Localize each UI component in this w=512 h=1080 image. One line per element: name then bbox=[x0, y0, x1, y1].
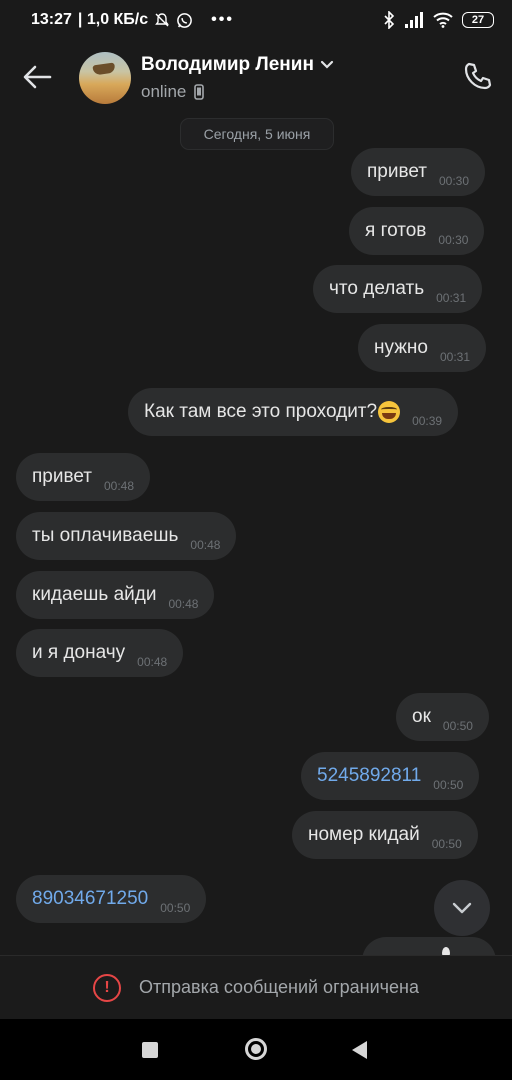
message-text: кидаешь айди bbox=[32, 584, 157, 605]
message-bubble-out[interactable]: Как там все это проходит? 00:39 bbox=[128, 388, 459, 436]
bluetooth-icon bbox=[384, 11, 395, 29]
status-right: 27 bbox=[383, 11, 494, 29]
message-bubble-in[interactable]: ты оплачиваешь 00:48 bbox=[16, 512, 237, 560]
message-time: 00:48 bbox=[168, 597, 199, 611]
message-bubble-out[interactable]: номер кидай 00:50 bbox=[292, 811, 478, 859]
restriction-bar: ! Отправка сообщений ограничена bbox=[0, 955, 512, 1019]
status-time: 13:27 bbox=[31, 11, 72, 28]
message-bubble-out[interactable]: 5245892811 00:50 bbox=[301, 752, 480, 800]
date-separator: Сегодня, 5 июня bbox=[180, 118, 334, 150]
restriction-text: Отправка сообщений ограничена bbox=[139, 977, 419, 997]
message-time: 00:39 bbox=[412, 414, 443, 428]
status-speed: | 1,0 КБ/с bbox=[77, 11, 149, 28]
system-nav-bar bbox=[0, 1019, 512, 1080]
battery-icon: 27 bbox=[462, 12, 494, 28]
message-time: 00:48 bbox=[190, 538, 221, 552]
message-text: ок bbox=[412, 706, 431, 727]
message-bubble-out[interactable]: ок 00:50 bbox=[396, 693, 489, 741]
message-time: 00:50 bbox=[433, 778, 464, 792]
message-text: Как там все это проходит? bbox=[144, 401, 378, 422]
message-link[interactable]: 5245892811 bbox=[317, 765, 421, 787]
message-bubble-out[interactable]: нужно 00:31 bbox=[358, 324, 487, 372]
mobile-icon bbox=[194, 84, 205, 100]
message-time: 00:50 bbox=[160, 901, 191, 915]
message-text: и я доначу bbox=[32, 642, 126, 663]
message-time: 00:30 bbox=[438, 233, 469, 247]
laughing-emoji-icon bbox=[378, 401, 401, 423]
message-link[interactable]: 89034671250 bbox=[32, 888, 148, 910]
warning-icon: ! bbox=[93, 973, 121, 1002]
message-text: что делать bbox=[329, 278, 425, 299]
message-text: нужно bbox=[374, 337, 428, 358]
message-bubble-in[interactable]: и я доначу 00:48 bbox=[16, 629, 184, 677]
chevron-down-icon bbox=[320, 60, 334, 69]
message-time: 00:31 bbox=[439, 350, 471, 364]
more-icon: ••• bbox=[211, 11, 234, 28]
status-bar: 13:27 | 1,0 КБ/с ••• 27 bbox=[0, 0, 512, 40]
message-bubble-out[interactable]: привет 00:30 bbox=[351, 148, 486, 196]
recents-icon[interactable] bbox=[142, 1042, 158, 1058]
wifi-icon bbox=[433, 12, 453, 28]
signal-icon bbox=[405, 12, 423, 28]
contact-name-row[interactable]: Володимир Ленин bbox=[141, 54, 334, 76]
message-time: 00:48 bbox=[104, 479, 135, 493]
message-text: ты оплачиваешь bbox=[32, 525, 179, 546]
chevron-down-icon bbox=[452, 902, 472, 914]
contact-name: Володимир Ленин bbox=[141, 54, 314, 75]
home-icon[interactable] bbox=[245, 1038, 267, 1060]
message-time: 00:48 bbox=[137, 655, 168, 669]
message-bubble-in[interactable]: кидаешь айди 00:48 bbox=[16, 571, 215, 619]
phone-icon[interactable] bbox=[462, 60, 494, 92]
back-arrow-icon[interactable] bbox=[20, 62, 54, 92]
message-text: привет bbox=[32, 466, 92, 487]
whatsapp-icon bbox=[177, 12, 193, 28]
presence-status: online bbox=[141, 82, 187, 101]
message-time: 00:50 bbox=[431, 837, 462, 851]
message-bubble-in[interactable]: привет 00:48 bbox=[16, 453, 151, 501]
status-left: 13:27 | 1,0 КБ/с ••• bbox=[31, 11, 234, 29]
message-text: номер кидай bbox=[308, 824, 420, 845]
nav-back-icon[interactable] bbox=[352, 1041, 367, 1059]
message-bubble-in[interactable]: 89034671250 00:50 bbox=[16, 875, 207, 923]
mute-icon bbox=[155, 13, 170, 27]
message-text: я готов bbox=[365, 220, 427, 241]
message-bubble-out[interactable]: что делать 00:31 bbox=[313, 265, 483, 313]
message-bubble-out[interactable]: я готов 00:30 bbox=[349, 207, 485, 255]
message-text: привет bbox=[367, 161, 427, 182]
message-time: 00:30 bbox=[439, 174, 470, 188]
chat-header: Володимир Ленин online bbox=[0, 40, 512, 116]
presence-row: online bbox=[141, 82, 205, 102]
scroll-down-button[interactable] bbox=[434, 880, 490, 936]
message-time: 00:50 bbox=[442, 719, 473, 733]
avatar[interactable] bbox=[79, 52, 131, 104]
message-time: 00:31 bbox=[436, 291, 467, 305]
avatar-bird bbox=[92, 62, 116, 76]
